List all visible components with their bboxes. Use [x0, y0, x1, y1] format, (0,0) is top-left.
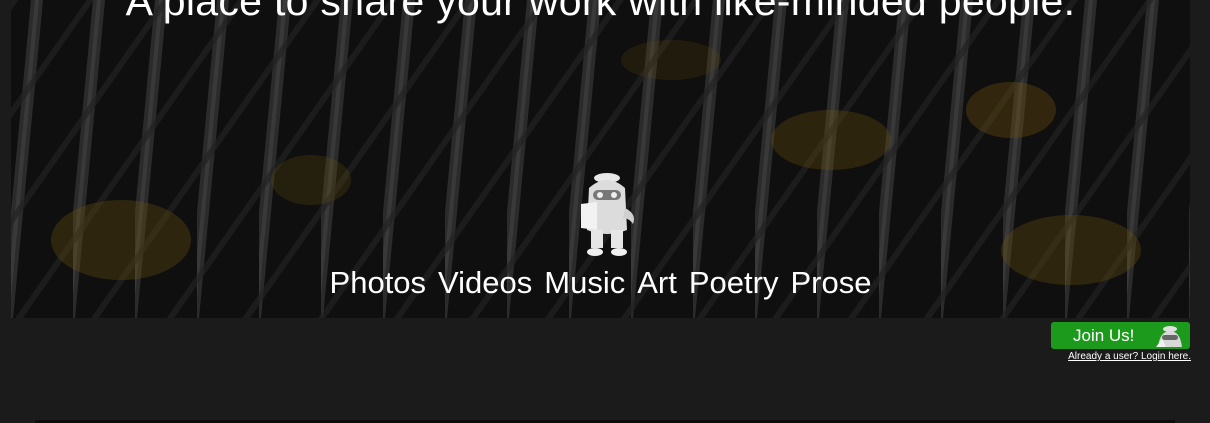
category-nav: Photos Videos Music Art Poetry Prose: [11, 265, 1190, 301]
category-art[interactable]: Art: [637, 265, 677, 301]
category-prose[interactable]: Prose: [790, 265, 871, 301]
category-photos[interactable]: Photos: [330, 265, 427, 301]
category-music[interactable]: Music: [544, 265, 625, 301]
category-poetry[interactable]: Poetry: [689, 265, 779, 301]
hero-tagline: A place to share your work with like-min…: [125, 0, 1076, 24]
beret-mascot-icon: [581, 173, 634, 256]
login-link[interactable]: Already a user? Login here.: [1068, 351, 1191, 362]
join-us-button[interactable]: Join Us!: [1051, 322, 1190, 349]
hero-banner: A place to share your work with like-min…: [11, 0, 1190, 318]
category-videos[interactable]: Videos: [438, 265, 532, 301]
join-us-label: Join Us!: [1073, 326, 1135, 345]
mascot-head-icon: [1156, 326, 1182, 347]
